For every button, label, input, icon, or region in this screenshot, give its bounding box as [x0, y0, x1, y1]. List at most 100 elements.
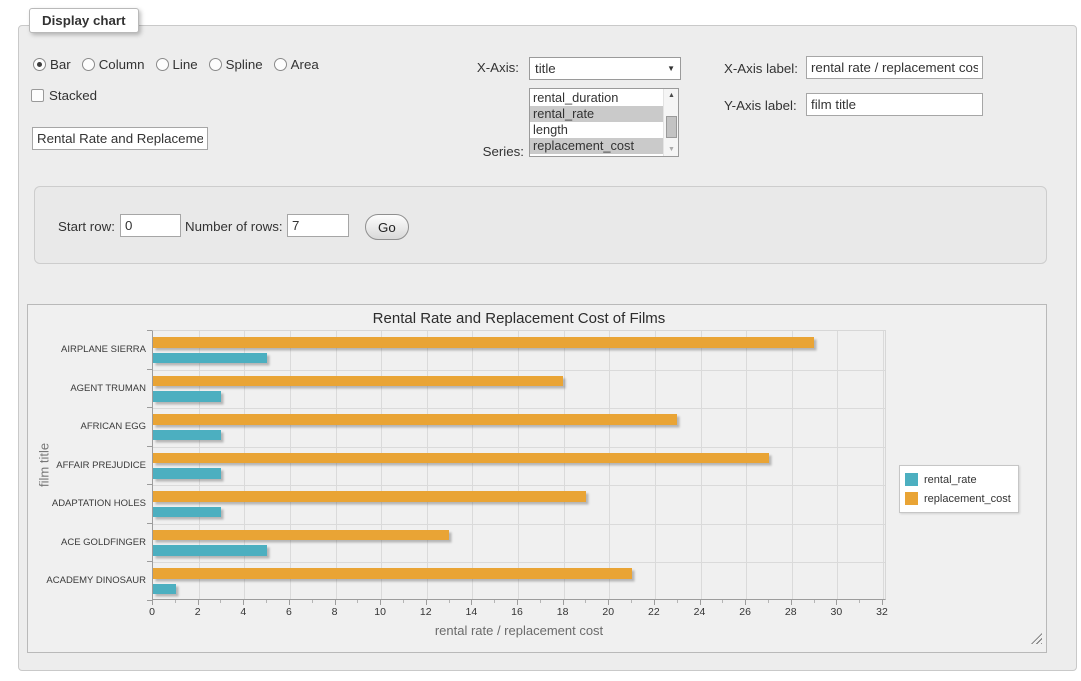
number-of-rows-input[interactable] [287, 214, 349, 237]
x-tick-label: 30 [821, 606, 851, 618]
x-tick [540, 600, 541, 603]
chart-type-label: Line [173, 57, 198, 72]
x-tick [335, 600, 336, 605]
y-tick [147, 446, 152, 447]
series-option-rental_rate[interactable]: rental_rate [530, 106, 663, 122]
radio-icon[interactable] [33, 58, 46, 71]
chart-type-label: Bar [50, 57, 71, 72]
go-button[interactable]: Go [365, 214, 409, 240]
x-tick [243, 600, 244, 605]
gridline [153, 447, 885, 448]
x-tick [654, 600, 655, 605]
x-axis-title: rental rate / replacement cost [152, 623, 886, 638]
gridline [290, 331, 291, 599]
plot-area [152, 330, 886, 600]
x-axis-select[interactable]: title ▼ [529, 57, 681, 80]
x-axis-label-field-label: X-Axis label: [724, 61, 798, 76]
number-of-rows-label: Number of rows: [185, 219, 283, 234]
x-axis-label-input[interactable] [806, 56, 983, 79]
series-option-rental_duration[interactable]: rental_duration [530, 90, 663, 106]
chart-bar-replacement_cost [153, 376, 563, 387]
legend-label: rental_rate [924, 474, 977, 486]
chart-bar-rental_rate [153, 353, 267, 364]
gridline [153, 562, 885, 563]
y-axis-label-input[interactable] [806, 93, 983, 116]
radio-icon[interactable] [82, 58, 95, 71]
stacked-option[interactable]: Stacked [31, 88, 97, 103]
scroll-up-icon[interactable]: ▲ [664, 89, 679, 102]
x-tick [722, 600, 723, 603]
gridline [153, 370, 885, 371]
x-tick [312, 600, 313, 603]
x-tick-label: 32 [867, 606, 897, 618]
gridline [472, 331, 473, 599]
listbox-scrollbar[interactable]: ▲ ▼ [663, 89, 678, 156]
x-tick [563, 600, 564, 605]
category-label: ADAPTATION HOLES [28, 498, 146, 509]
x-tick-label: 26 [730, 606, 760, 618]
x-tick [517, 600, 518, 605]
x-tick-label: 8 [320, 606, 350, 618]
category-label: AFFAIR PREJUDICE [28, 460, 146, 471]
legend-swatch [905, 492, 918, 505]
series-option-replacement_cost[interactable]: replacement_cost [530, 138, 663, 154]
x-tick-label: 22 [639, 606, 669, 618]
category-label: AGENT TRUMAN [28, 383, 146, 394]
chevron-down-icon: ▼ [667, 65, 675, 73]
chart-type-column[interactable]: Column [82, 57, 145, 72]
x-tick [152, 600, 153, 605]
chart-bar-replacement_cost [153, 453, 769, 464]
gridline [427, 331, 428, 599]
gridline [609, 331, 610, 599]
gridline [199, 331, 200, 599]
resize-handle-icon[interactable] [1031, 633, 1042, 644]
x-tick [266, 600, 267, 603]
start-row-input[interactable] [120, 214, 181, 237]
scrollbar-thumb[interactable] [666, 116, 677, 138]
y-tick [147, 523, 152, 524]
start-row-label: Start row: [58, 219, 115, 234]
legend-item-replacement_cost[interactable]: replacement_cost [905, 489, 1011, 508]
x-tick [836, 600, 837, 605]
x-tick [220, 600, 221, 603]
series-listbox[interactable]: rental_durationrental_ratelengthreplacem… [529, 88, 679, 157]
series-option-length[interactable]: length [530, 122, 663, 138]
x-tick [677, 600, 678, 603]
radio-icon[interactable] [209, 58, 222, 71]
chart-type-label: Spline [226, 57, 263, 72]
x-tick [357, 600, 358, 603]
stacked-checkbox[interactable] [31, 89, 44, 102]
legend-swatch [905, 473, 918, 486]
radio-icon[interactable] [156, 58, 169, 71]
x-tick-label: 18 [548, 606, 578, 618]
row-range-panel: Start row: Number of rows: Go [34, 186, 1047, 264]
scroll-down-icon[interactable]: ▼ [664, 143, 679, 156]
chart-bar-rental_rate [153, 391, 221, 402]
stacked-label: Stacked [49, 88, 97, 103]
chart-type-bar[interactable]: Bar [33, 57, 71, 72]
gridline [883, 331, 884, 599]
x-tick [403, 600, 404, 603]
chart-bar-replacement_cost [153, 337, 814, 348]
category-label: ACADEMY DINOSAUR [28, 575, 146, 586]
x-tick [471, 600, 472, 605]
x-tick [289, 600, 290, 605]
legend-item-rental_rate[interactable]: rental_rate [905, 470, 1011, 489]
y-tick [147, 407, 152, 408]
chart-title-input[interactable] [32, 127, 208, 150]
x-tick-label: 24 [685, 606, 715, 618]
x-tick [791, 600, 792, 605]
x-tick-label: 4 [228, 606, 258, 618]
radio-icon[interactable] [274, 58, 287, 71]
chart-type-area[interactable]: Area [274, 57, 319, 72]
series-options: rental_durationrental_ratelengthreplacem… [530, 90, 663, 154]
gridline [746, 331, 747, 599]
chart-type-spline[interactable]: Spline [209, 57, 263, 72]
gridline [153, 524, 885, 525]
x-tick [198, 600, 199, 605]
x-tick [859, 600, 860, 603]
x-tick-label: 6 [274, 606, 304, 618]
chart-type-line[interactable]: Line [156, 57, 198, 72]
chart-type-label: Area [291, 57, 319, 72]
y-axis-label-field-label: Y-Axis label: [724, 98, 797, 113]
